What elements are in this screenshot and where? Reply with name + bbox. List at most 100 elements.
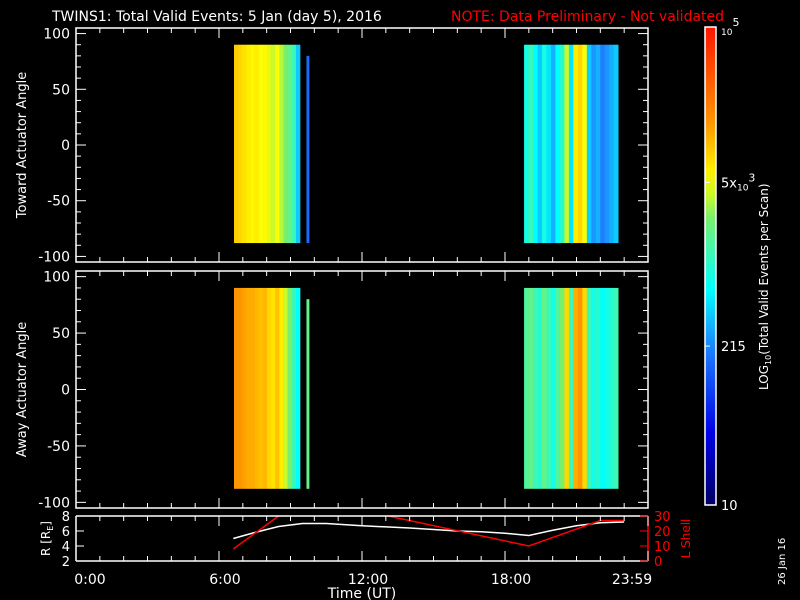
spectrogram-cell bbox=[528, 287, 534, 489]
spectrogram-cell bbox=[604, 44, 610, 244]
spectrogram-cell bbox=[283, 44, 288, 244]
spectrogram-cell bbox=[613, 287, 619, 489]
tick-base: 5x bbox=[721, 176, 737, 191]
tick-base: 10 bbox=[721, 499, 738, 514]
y2-tick-label: 20 bbox=[654, 525, 671, 540]
y-tick-label: 0 bbox=[61, 383, 70, 399]
spectrogram-cell bbox=[600, 44, 606, 244]
spectrogram-cell bbox=[541, 44, 547, 244]
spectrogram-cell bbox=[283, 287, 288, 489]
spectrogram-cell bbox=[591, 287, 597, 489]
tick-base: 215 bbox=[721, 340, 746, 355]
spectrogram-cell bbox=[275, 287, 280, 489]
l-shell-label: L Shell bbox=[679, 519, 693, 559]
y-tick-label: 50 bbox=[52, 326, 70, 342]
tick-sub: 10 bbox=[721, 28, 733, 38]
y2-tick-label: 0 bbox=[654, 555, 662, 570]
spectrogram-cell bbox=[568, 287, 574, 489]
orbit-panel: 86423020100R [RE] L Shell0:00 6:00 12:00 18:… bbox=[39, 510, 693, 600]
spectrogram-cell bbox=[254, 287, 260, 489]
x-axis-label: Time (UT) bbox=[327, 586, 396, 600]
spectrogram-cell bbox=[306, 55, 310, 244]
spectrogram-cell bbox=[573, 287, 579, 489]
spectrogram-cell bbox=[250, 44, 255, 244]
y-tick-label: 6 bbox=[62, 525, 70, 540]
spectrogram-cell bbox=[267, 287, 272, 489]
y-tick-label: -100 bbox=[38, 495, 70, 511]
spectrogram-cell bbox=[287, 287, 293, 489]
x-tick-label: 6:00 bbox=[209, 572, 240, 588]
away-panel: 100 50 0 -50 -100 Away Actuator Angle bbox=[15, 270, 649, 511]
spectrogram-cell bbox=[609, 44, 615, 244]
l-shell-line bbox=[232, 516, 280, 550]
y2-tick-label: 30 bbox=[654, 510, 671, 525]
spectrogram-cell bbox=[550, 287, 556, 489]
y-tick-label: 8 bbox=[62, 510, 70, 525]
spectrogram-cell bbox=[577, 44, 583, 244]
plot-title: TWINS1: Total Valid Events: 5 Jan (day 5… bbox=[51, 9, 382, 25]
spectrogram-cell bbox=[564, 44, 570, 244]
spectrogram-cell bbox=[275, 44, 280, 244]
l-shell-line bbox=[388, 516, 625, 547]
orbit-ylabel: R [RE] bbox=[39, 521, 55, 556]
spectrogram-cell bbox=[234, 44, 239, 244]
spectrogram-cell bbox=[537, 287, 543, 489]
tick-sup: 3 bbox=[748, 171, 755, 184]
spectrogram-cell bbox=[291, 287, 297, 489]
spectrogram-cell bbox=[246, 44, 251, 244]
y-tick-label: -100 bbox=[38, 249, 70, 265]
y-tick-label: 100 bbox=[43, 270, 70, 286]
spectrogram-cell bbox=[546, 287, 552, 489]
y-tick-label: 2 bbox=[62, 555, 70, 570]
spectrogram-cell bbox=[238, 44, 243, 244]
spectrogram-cell bbox=[613, 44, 619, 244]
colorbar-label: LOG10(Total Valid Events per Scan) bbox=[757, 183, 773, 390]
spectrogram-cell bbox=[586, 44, 592, 244]
spectrogram-cell bbox=[555, 44, 561, 244]
y-tick-label: -50 bbox=[47, 194, 70, 210]
spectrogram-cell bbox=[291, 44, 297, 244]
preliminary-note: NOTE: Data Preliminary - Not validated bbox=[451, 9, 724, 25]
y-tick-label: 4 bbox=[62, 540, 70, 555]
y-tick-label: 50 bbox=[52, 82, 70, 98]
spectrogram-cell bbox=[258, 44, 264, 244]
spectrogram-cell bbox=[541, 287, 547, 489]
spectrogram-cell bbox=[295, 44, 301, 244]
spectrogram-cell bbox=[258, 287, 264, 489]
colorbar-tick-label: 10 bbox=[721, 499, 738, 514]
spectrogram-cell bbox=[564, 287, 570, 489]
colorbar bbox=[704, 26, 717, 506]
spectrogram-cell bbox=[533, 44, 538, 244]
tick-sup: 5 bbox=[732, 16, 739, 29]
spectrogram-cell bbox=[559, 287, 565, 489]
spectrogram-cell bbox=[600, 287, 606, 489]
spectrogram-cell bbox=[559, 44, 565, 244]
toward-ylabel: Toward Actuator Angle bbox=[15, 72, 30, 219]
spectrogram-cell bbox=[271, 287, 276, 489]
spectrogram-cell bbox=[306, 299, 310, 489]
spectrogram-cell bbox=[573, 44, 579, 244]
spectrogram-cell bbox=[537, 44, 543, 244]
y2-tick-label: 10 bbox=[654, 540, 671, 555]
spectrogram-cell bbox=[550, 44, 556, 244]
away-ylabel: Away Actuator Angle bbox=[15, 322, 30, 457]
y-tick-label: 0 bbox=[61, 138, 70, 154]
toward-panel: 100 50 0 -50 -100 Toward Actuator Angle bbox=[15, 27, 649, 265]
spectrogram-cell bbox=[254, 44, 260, 244]
spectrogram-cell bbox=[279, 287, 284, 489]
spectrogram-cell bbox=[262, 44, 268, 244]
spectrogram-cell bbox=[555, 287, 561, 489]
colorbar-tick-label: 215 bbox=[721, 340, 746, 355]
spectrogram-cell bbox=[287, 44, 293, 244]
spectrogram-cell bbox=[582, 287, 588, 489]
spectrogram-cell bbox=[533, 287, 538, 489]
y-tick-label: 100 bbox=[43, 27, 70, 43]
twins-plot: TWINS1: Total Valid Events: 5 Jan (day 5… bbox=[15, 9, 788, 600]
spectrogram-cell bbox=[591, 44, 597, 244]
tick-sub: 10 bbox=[737, 183, 749, 193]
colorbar-tick-label: 5x103 bbox=[721, 171, 755, 193]
spectrogram-cell bbox=[246, 287, 251, 489]
spectrogram-cell bbox=[524, 44, 529, 244]
spectrogram-cell bbox=[582, 44, 588, 244]
spectrogram-cell bbox=[295, 287, 301, 489]
